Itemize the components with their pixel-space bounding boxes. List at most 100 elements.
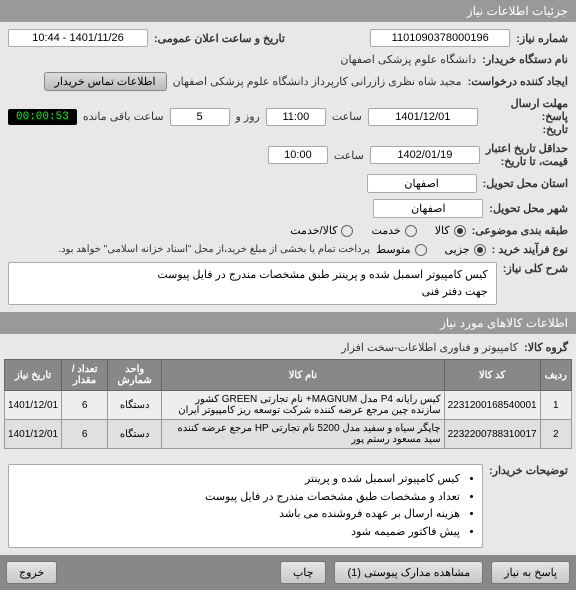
radio-icon bbox=[474, 244, 486, 256]
row-city: شهر محل تحویل: اصفهان bbox=[4, 196, 572, 221]
cell-qty: 6 bbox=[62, 420, 108, 449]
row-deadline: مهلت ارسال پاسخ: تاریخ: 1401/12/01 ساعت … bbox=[4, 94, 572, 139]
announce-value: 1401/11/26 - 10:44 bbox=[8, 29, 148, 47]
items-header: اطلاعات کالاهای مورد نیاز bbox=[0, 312, 576, 334]
row-notes: توضیحات خریدار: کیس کامپیوتر اسمبل شده و… bbox=[4, 461, 572, 551]
radio-icon bbox=[341, 225, 353, 237]
province-label: استان محل تحویل: bbox=[483, 177, 568, 190]
panel-header: جزئیات اطلاعات نیاز bbox=[0, 0, 576, 22]
category-option-0-label: کالا bbox=[435, 224, 450, 237]
cell-code: 2232200788310017 bbox=[444, 420, 540, 449]
print-button[interactable]: چاپ bbox=[280, 561, 327, 584]
category-label: طبقه بندی موضوعی: bbox=[472, 224, 568, 237]
description-box: کیس کامپیوتر اسمبل شده و پرینتر طبق مشخص… bbox=[8, 262, 497, 305]
deadline-daydur-label: روز و bbox=[236, 110, 260, 123]
deadline-date: 1401/12/01 bbox=[368, 108, 478, 126]
category-option-service[interactable]: خدمت bbox=[371, 224, 416, 237]
city-value: اصفهان bbox=[373, 199, 483, 218]
panel-title: جزئیات اطلاعات نیاز bbox=[467, 4, 568, 18]
buyer-label: نام دستگاه خریدار: bbox=[482, 53, 568, 66]
row-validity: حداقل تاریخ اعتبار قیمت، تا تاریخ: 1402/… bbox=[4, 139, 572, 171]
deadline-remain-label: ساعت باقی مانده bbox=[83, 110, 164, 123]
th-qty: تعداد / مقدار bbox=[62, 360, 108, 391]
deadline-countdown: 00:00:53 bbox=[8, 109, 77, 125]
reply-button[interactable]: پاسخ به نیاز bbox=[491, 561, 570, 584]
description-label: شرح کلی نیاز: bbox=[503, 262, 568, 275]
table-header-row: ردیف کد کالا نام کالا واحد شمارش تعداد /… bbox=[5, 360, 572, 391]
category-option-1-label: خدمت bbox=[371, 224, 400, 237]
note-item: تعداد و مشخصات طبق مشخصات مندرج در فایل … bbox=[19, 489, 460, 507]
table-row[interactable]: 1 2231200168540001 کیس رایانه P4 مدل MAG… bbox=[5, 391, 572, 420]
cell-name: چاپگر سیاه و سفید مدل 5200 نام تجارتی HP… bbox=[162, 420, 444, 449]
th-code: کد کالا bbox=[444, 360, 540, 391]
category-option-2-label: کالا/خدمت bbox=[290, 224, 337, 237]
items-section: گروه کالا: کامپیوتر و فناوری اطلاعات-سخت… bbox=[0, 334, 576, 555]
row-province: استان محل تحویل: اصفهان bbox=[4, 171, 572, 196]
category-option-goods[interactable]: کالا bbox=[435, 224, 466, 237]
buyer-value: دانشگاه علوم پزشکی اصفهان bbox=[340, 53, 476, 66]
purchase-option-1-label: متوسط bbox=[376, 243, 411, 256]
validity-date: 1402/01/19 bbox=[370, 146, 480, 164]
th-date: تاریخ نیاز bbox=[5, 360, 62, 391]
deadline-time-label: ساعت bbox=[332, 110, 362, 123]
th-row: ردیف bbox=[540, 360, 571, 391]
radio-icon bbox=[454, 225, 466, 237]
validity-label: حداقل تاریخ اعتبار قیمت، تا تاریخ: bbox=[486, 142, 568, 168]
purchase-type-note: پرداخت تمام یا بخشی از مبلغ خرید،از محل … bbox=[58, 244, 370, 255]
province-value: اصفهان bbox=[367, 174, 477, 193]
requester-label: ایجاد کننده درخواست: bbox=[468, 75, 568, 88]
footer-bar: پاسخ به نیاز مشاهده مدارک پیوستی (1) چاپ… bbox=[0, 555, 576, 590]
need-number-value: 1101090378000196 bbox=[370, 29, 510, 47]
exit-button[interactable]: خروج bbox=[6, 561, 57, 584]
th-name: نام کالا bbox=[162, 360, 444, 391]
category-radios: کالا خدمت کالا/خدمت bbox=[290, 224, 465, 237]
validity-time: 10:00 bbox=[268, 146, 328, 164]
purchase-type-label: نوع فرآیند خرید : bbox=[492, 243, 568, 256]
cell-qty: 6 bbox=[62, 391, 108, 420]
row-requester: ایجاد کننده درخواست: مجید شاه نظری زازرا… bbox=[4, 69, 572, 94]
cell-row: 1 bbox=[540, 391, 571, 420]
radio-icon bbox=[415, 244, 427, 256]
purchase-option-0-label: جزیی bbox=[445, 243, 470, 256]
deadline-time: 11:00 bbox=[266, 108, 326, 126]
announce-label: تاریخ و ساعت اعلان عمومی: bbox=[154, 32, 285, 45]
row-group: گروه کالا: کامپیوتر و فناوری اطلاعات-سخت… bbox=[4, 338, 572, 357]
requester-value: مجید شاه نظری زازرانی کارپرداز دانشگاه ع… bbox=[173, 75, 462, 88]
cell-date: 1401/12/01 bbox=[5, 420, 62, 449]
deadline-label: مهلت ارسال پاسخ: تاریخ: bbox=[484, 97, 568, 136]
validity-time-label: ساعت bbox=[334, 149, 364, 162]
table-row[interactable]: 2 2232200788310017 چاپگر سیاه و سفید مدل… bbox=[5, 420, 572, 449]
cell-name: کیس رایانه P4 مدل MAGNUM+ نام تجارتی GRE… bbox=[162, 391, 444, 420]
notes-box: کیس کامپیوتر اسمبل شده و پرینتر تعداد و … bbox=[8, 464, 483, 548]
items-table: ردیف کد کالا نام کالا واحد شمارش تعداد /… bbox=[4, 359, 572, 449]
note-item: پیش فاکتور ضمیمه شود bbox=[19, 524, 460, 542]
description-line-1: کیس کامپیوتر اسمبل شده و پرینتر طبق مشخص… bbox=[17, 267, 488, 284]
need-number-label: شماره نیاز: bbox=[516, 32, 568, 45]
row-purchase-type: نوع فرآیند خرید : جزیی متوسط پرداخت تمام… bbox=[4, 240, 572, 259]
notes-list: کیس کامپیوتر اسمبل شده و پرینتر تعداد و … bbox=[19, 471, 472, 541]
cell-unit: دستگاه bbox=[108, 391, 162, 420]
notes-label: توضیحات خریدار: bbox=[489, 464, 568, 477]
purchase-type-radios: جزیی متوسط bbox=[376, 243, 486, 256]
group-label: گروه کالا: bbox=[524, 341, 568, 354]
contact-buyer-button[interactable]: اطلاعات تماس خریدار bbox=[44, 72, 167, 91]
cell-date: 1401/12/01 bbox=[5, 391, 62, 420]
footer-spacer bbox=[65, 561, 272, 584]
cell-row: 2 bbox=[540, 420, 571, 449]
purchase-option-minor[interactable]: جزیی bbox=[445, 243, 486, 256]
city-label: شهر محل تحویل: bbox=[489, 202, 568, 215]
radio-icon bbox=[405, 225, 417, 237]
note-item: کیس کامپیوتر اسمبل شده و پرینتر bbox=[19, 471, 460, 489]
th-unit: واحد شمارش bbox=[108, 360, 162, 391]
category-option-both[interactable]: کالا/خدمت bbox=[290, 224, 353, 237]
row-category: طبقه بندی موضوعی: کالا خدمت کالا/خدمت bbox=[4, 221, 572, 240]
row-need-announce: شماره نیاز: 1101090378000196 تاریخ و ساع… bbox=[4, 26, 572, 50]
row-description: شرح کلی نیاز: کیس کامپیوتر اسمبل شده و پ… bbox=[4, 259, 572, 308]
note-item: هزینه ارسال بر عهده فروشنده می باشد bbox=[19, 506, 460, 524]
group-value: کامپیوتر و فناوری اطلاعات-سخت افزار bbox=[341, 341, 518, 354]
attachments-button[interactable]: مشاهده مدارک پیوستی (1) bbox=[334, 561, 483, 584]
purchase-option-medium[interactable]: متوسط bbox=[376, 243, 427, 256]
items-header-title: اطلاعات کالاهای مورد نیاز bbox=[440, 316, 568, 330]
cell-unit: دستگاه bbox=[108, 420, 162, 449]
form-section: شماره نیاز: 1101090378000196 تاریخ و ساع… bbox=[0, 22, 576, 312]
